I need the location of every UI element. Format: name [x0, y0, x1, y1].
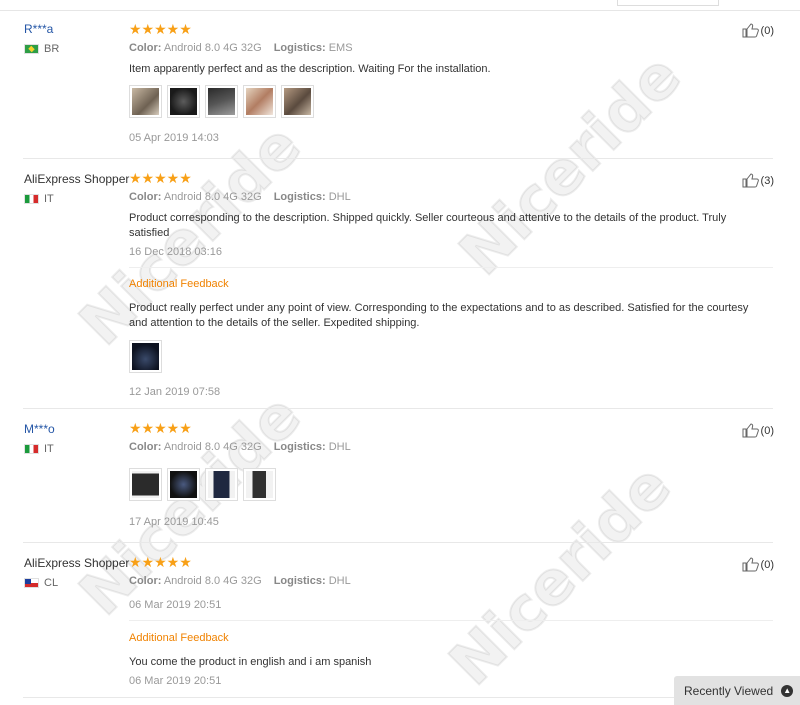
- watermark-text: Niceride: [65, 380, 315, 630]
- review-date: 05 Apr 2019 14:03: [129, 132, 219, 144]
- review-image-thumbnail[interactable]: [281, 85, 314, 118]
- reviewer-name: AliExpress Shopper: [24, 172, 130, 186]
- reviewer-country: IT: [24, 193, 54, 205]
- italy-flag-icon: [24, 444, 39, 454]
- thumbs-up-icon: [742, 423, 759, 438]
- review-image-thumbnail[interactable]: [129, 340, 162, 373]
- italy-flag-icon: [24, 194, 39, 204]
- review-image-thumbnail[interactable]: [129, 468, 162, 501]
- additional-feedback-date: 06 Mar 2019 20:51: [129, 675, 222, 687]
- additional-feedback-images: [129, 340, 162, 373]
- recently-viewed-button[interactable]: Recently Viewed ▲: [674, 676, 800, 705]
- review-divider: [23, 158, 773, 159]
- additional-feedback-text: Product really perfect under any point o…: [129, 302, 749, 329]
- reviewer-name[interactable]: R***a: [24, 22, 53, 36]
- review-date: 06 Mar 2019 20:51: [129, 599, 222, 611]
- review-image-thumbnail[interactable]: [167, 468, 200, 501]
- thumbs-up-icon: [742, 173, 759, 188]
- brazil-flag-icon: [24, 44, 39, 54]
- review-image-thumbnail[interactable]: [205, 85, 238, 118]
- review-divider: [23, 697, 773, 698]
- review-images: [129, 468, 276, 501]
- like-button[interactable]: (0): [742, 23, 774, 38]
- logistics-label: Logistics:: [273, 441, 326, 453]
- color-value: Android 8.0 4G 32G: [163, 575, 262, 587]
- country-code: CL: [44, 577, 59, 589]
- color-label: Color:: [129, 191, 162, 203]
- color-label: Color:: [129, 575, 162, 587]
- rating-stars: ★★★★★: [129, 554, 192, 570]
- logistics-label: Logistics:: [273, 575, 326, 587]
- watermark-text: Niceride: [445, 40, 695, 290]
- review-text: Product corresponding to the description…: [129, 212, 727, 239]
- review-date: 16 Dec 2018 03:16: [129, 246, 222, 258]
- logistics-value: EMS: [328, 42, 353, 54]
- additional-feedback-text: You come the product in english and i am…: [129, 656, 372, 668]
- like-count: (3): [760, 174, 774, 187]
- thumbs-up-icon: [742, 23, 759, 38]
- review-images: [129, 85, 314, 118]
- rating-stars: ★★★★★: [129, 21, 192, 37]
- reviewer-country: BR: [24, 43, 59, 55]
- review-image-thumbnail[interactable]: [243, 468, 276, 501]
- like-button[interactable]: (0): [742, 557, 774, 572]
- review-meta: Color: Android 8.0 4G 32G Logistics: EMS: [129, 42, 353, 54]
- thumbs-up-icon: [742, 557, 759, 572]
- like-count: (0): [760, 424, 774, 437]
- logistics-value: DHL: [328, 575, 351, 587]
- like-button[interactable]: (0): [742, 423, 774, 438]
- logistics-label: Logistics:: [273, 42, 326, 54]
- color-label: Color:: [129, 42, 162, 54]
- review-date: 17 Apr 2019 10:45: [129, 516, 219, 528]
- review-meta: Color: Android 8.0 4G 32G Logistics: DHL: [129, 441, 351, 453]
- review-image-thumbnail[interactable]: [243, 85, 276, 118]
- reviewer-name: AliExpress Shopper: [24, 556, 130, 570]
- logistics-value: DHL: [328, 441, 351, 453]
- reviewer-name[interactable]: M***o: [24, 422, 55, 436]
- additional-feedback-heading: Additional Feedback: [129, 278, 229, 290]
- color-value: Android 8.0 4G 32G: [163, 42, 262, 54]
- review-meta: Color: Android 8.0 4G 32G Logistics: DHL: [129, 575, 351, 587]
- review-image-thumbnail[interactable]: [129, 85, 162, 118]
- review-image-thumbnail[interactable]: [167, 85, 200, 118]
- reviewer-country: IT: [24, 443, 54, 455]
- additional-feedback-date: 12 Jan 2019 07:58: [129, 386, 221, 398]
- color-value: Android 8.0 4G 32G: [163, 191, 262, 203]
- review-divider: [23, 408, 773, 409]
- color-value: Android 8.0 4G 32G: [163, 441, 262, 453]
- top-divider: [0, 0, 800, 11]
- rating-stars: ★★★★★: [129, 170, 192, 186]
- feedback-divider: [129, 267, 773, 268]
- review-divider: [23, 542, 773, 543]
- sort-select[interactable]: [617, 0, 719, 6]
- logistics-value: DHL: [328, 191, 351, 203]
- review-text: Item apparently perfect and as the descr…: [129, 63, 491, 75]
- additional-feedback-heading: Additional Feedback: [129, 632, 229, 644]
- review-meta: Color: Android 8.0 4G 32G Logistics: DHL: [129, 191, 351, 203]
- country-code: IT: [44, 193, 54, 205]
- like-button[interactable]: (3): [742, 173, 774, 188]
- review-image-thumbnail[interactable]: [205, 468, 238, 501]
- chevron-up-icon: ▲: [781, 684, 794, 697]
- like-count: (0): [760, 558, 774, 571]
- logistics-label: Logistics:: [273, 191, 326, 203]
- chile-flag-icon: [24, 578, 39, 588]
- feedback-divider: [129, 620, 773, 621]
- recently-viewed-label: Recently Viewed: [684, 683, 774, 698]
- color-label: Color:: [129, 441, 162, 453]
- country-code: IT: [44, 443, 54, 455]
- reviewer-country: CL: [24, 577, 58, 589]
- like-count: (0): [760, 24, 774, 37]
- rating-stars: ★★★★★: [129, 420, 192, 436]
- country-code: BR: [44, 43, 60, 55]
